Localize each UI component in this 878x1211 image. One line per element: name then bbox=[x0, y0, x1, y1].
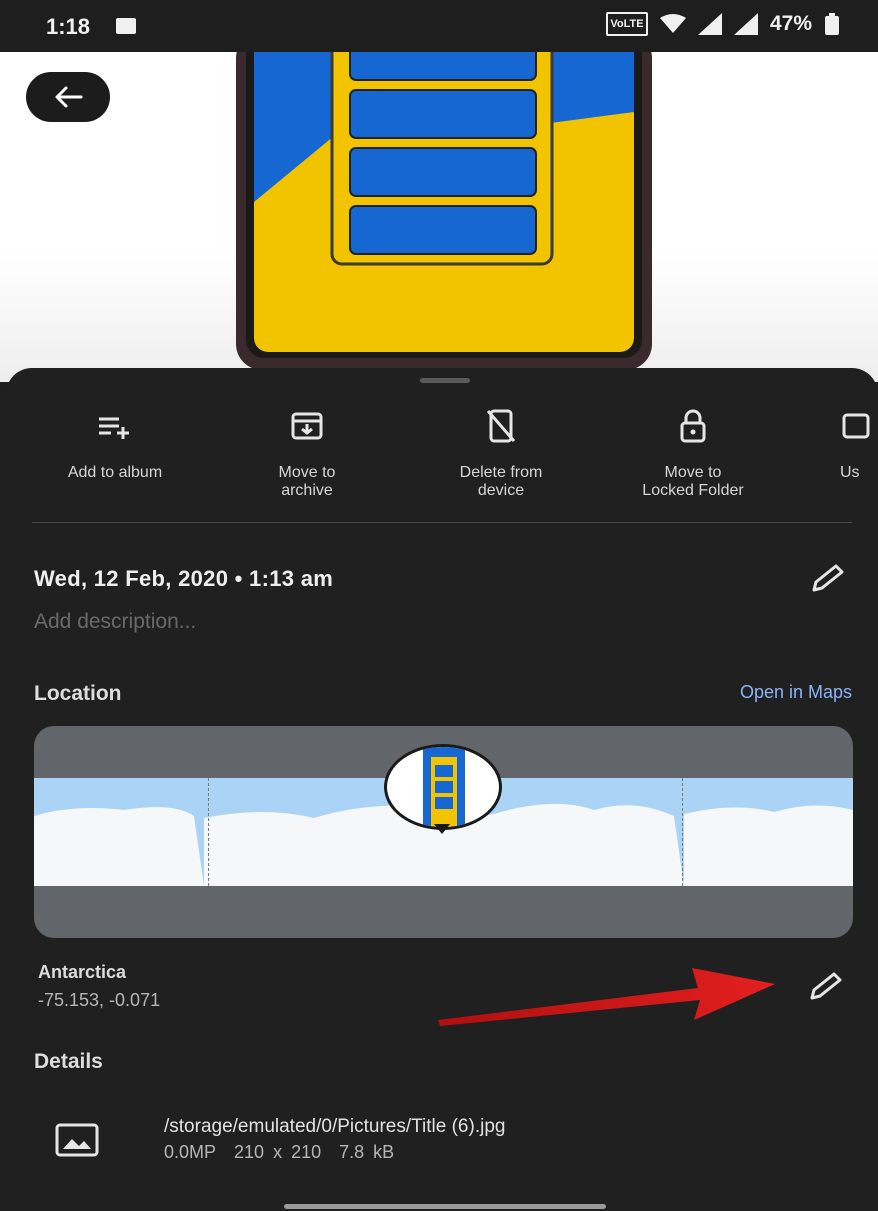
battery-icon bbox=[825, 13, 839, 35]
arrow-back-icon bbox=[55, 86, 83, 108]
gallery-notification-icon bbox=[116, 18, 136, 34]
gesture-nav-bar[interactable] bbox=[284, 1204, 606, 1209]
location-heading: Location bbox=[34, 682, 122, 705]
delete-from-device-button[interactable]: Delete from device bbox=[406, 404, 596, 500]
sheet-drag-handle[interactable] bbox=[420, 378, 470, 383]
map-dateline bbox=[682, 778, 683, 886]
photo-image bbox=[236, 52, 652, 370]
edit-location-pencil-icon[interactable] bbox=[806, 972, 844, 1002]
use-as-button[interactable]: Us bbox=[840, 404, 878, 482]
description-input[interactable]: Add description... bbox=[34, 610, 196, 634]
status-icons: VoLTE 47% bbox=[605, 12, 840, 36]
move-to-archive-button[interactable]: Move to archive bbox=[212, 404, 402, 500]
action-label: Delete from device bbox=[459, 464, 543, 499]
date-time[interactable]: Wed, 12 Feb, 2020 • 1:13 am bbox=[34, 566, 333, 592]
action-label: Us bbox=[840, 464, 860, 481]
lock-icon bbox=[680, 409, 706, 443]
status-bar: 1:18 VoLTE 47% bbox=[0, 0, 878, 52]
status-time: 1:18 bbox=[46, 14, 91, 39]
signal-icon-2 bbox=[733, 13, 758, 35]
open-in-maps-link[interactable]: Open in Maps bbox=[740, 682, 852, 703]
action-label: Add to album bbox=[67, 464, 163, 481]
pin-photo bbox=[423, 747, 465, 827]
location-map[interactable] bbox=[34, 726, 853, 938]
action-label: Move to Locked Folder bbox=[642, 464, 744, 499]
file-megapixels: 0.0MP bbox=[164, 1142, 217, 1162]
edit-date-pencil-icon[interactable] bbox=[808, 564, 846, 594]
move-to-locked-folder-button[interactable]: Move to Locked Folder bbox=[598, 404, 788, 500]
file-meta: 0.0MP 210 x 210 7.8 kB bbox=[164, 1142, 394, 1163]
delete-device-icon bbox=[486, 409, 516, 443]
divider bbox=[32, 522, 852, 523]
signal-icon bbox=[697, 13, 722, 35]
location-coordinates: -75.153, -0.071 bbox=[38, 990, 161, 1010]
info-sheet: Add to album Move to archive Delete from… bbox=[6, 368, 878, 1211]
back-button[interactable] bbox=[26, 72, 110, 122]
file-dimensions: 210 x 210 bbox=[234, 1142, 322, 1162]
details-heading: Details bbox=[34, 1050, 103, 1073]
action-row: Add to album Move to archive Delete from… bbox=[6, 404, 878, 524]
file-path: /storage/emulated/0/Pictures/Title (6).j… bbox=[164, 1116, 506, 1137]
file-size: 7.8 kB bbox=[339, 1142, 395, 1162]
location-name: Antarctica bbox=[38, 962, 127, 982]
location-pin-thumbnail[interactable] bbox=[384, 744, 502, 830]
image-file-icon bbox=[55, 1123, 99, 1157]
action-label: Move to archive bbox=[278, 464, 336, 499]
playlist-add-icon bbox=[99, 417, 129, 439]
wifi-icon bbox=[659, 14, 686, 33]
battery-percent: 47% bbox=[769, 12, 812, 35]
archive-icon bbox=[291, 412, 323, 440]
photo-preview[interactable] bbox=[0, 52, 878, 382]
volte-icon: VoLTE bbox=[605, 12, 648, 36]
add-to-album-button[interactable]: Add to album bbox=[20, 404, 210, 482]
map-dateline bbox=[208, 778, 209, 886]
pin-pointer bbox=[434, 824, 450, 834]
use-as-icon bbox=[842, 413, 870, 439]
